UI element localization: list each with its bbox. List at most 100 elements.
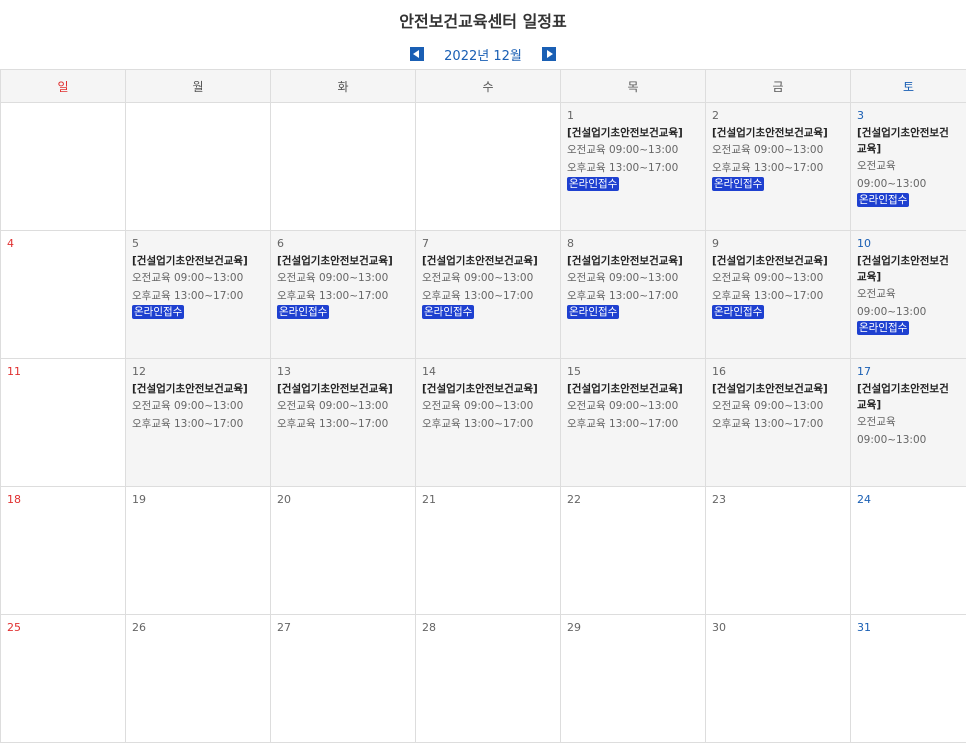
day-cell[interactable]: 12 [건설업기초안전보건교육] 오전교육 09:00~13:00 오후교육 1…: [125, 358, 271, 487]
day-number: 30: [712, 621, 726, 634]
event-title[interactable]: [건설업기초안전보건교육]: [857, 125, 960, 157]
day-cell[interactable]: 20: [270, 486, 416, 615]
day-cell[interactable]: 8 [건설업기초안전보건교육] 오전교육 09:00~13:00 오후교육 13…: [560, 230, 706, 359]
online-register-badge[interactable]: 온라인접수: [567, 177, 620, 191]
day-cell[interactable]: 7 [건설업기초안전보건교육] 오전교육 09:00~13:00 오후교육 13…: [415, 230, 561, 359]
online-register-badge[interactable]: 온라인접수: [277, 305, 330, 319]
day-cell[interactable]: 10 [건설업기초안전보건 교육] 오전교육 09:00~13:00 온라인접수: [850, 230, 966, 359]
event-title[interactable]: [건설업기초안전보건교육]: [712, 381, 844, 397]
event-title-part: [건설업기초안전보건: [857, 255, 949, 267]
day-cell[interactable]: 23: [705, 486, 851, 615]
day-cell[interactable]: 22: [560, 486, 706, 615]
event-title[interactable]: [건설업기초안전보건교육]: [712, 125, 844, 141]
day-cell[interactable]: 31: [850, 614, 966, 743]
next-month-button[interactable]: [541, 47, 556, 61]
event-title[interactable]: [건설업기초안전보건교육]: [567, 125, 699, 141]
weekday-sun: 일: [0, 69, 126, 103]
day-cell[interactable]: 19: [125, 486, 271, 615]
prev-month-button[interactable]: [410, 47, 425, 61]
month-navigator: 2022년 12월: [0, 44, 966, 64]
online-register-badge[interactable]: 온라인접수: [712, 177, 765, 191]
event-pm-time: 오후교육 13:00~17:00: [422, 290, 534, 302]
online-register-badge[interactable]: 온라인접수: [712, 305, 765, 319]
day-cell[interactable]: 27: [270, 614, 416, 743]
event-title[interactable]: [건설업기초안전보건교육]: [132, 381, 264, 397]
day-cell[interactable]: 3 [건설업기초안전보건 교육] 오전교육 09:00~13:00 온라인접수: [850, 102, 966, 231]
day-cell[interactable]: 25: [0, 614, 126, 743]
month-label: 2022년 12월: [444, 48, 522, 64]
day-cell[interactable]: 29: [560, 614, 706, 743]
day-number: 2: [712, 109, 719, 122]
day-number: 18: [7, 493, 21, 506]
week-row: 11 12 [건설업기초안전보건교육] 오전교육 09:00~13:00 오후교…: [0, 358, 966, 487]
calendar-grid: 일 월 화 수 목 금 토 1 [건설업기초안전보건교육] 오전교육 09:00…: [0, 69, 966, 743]
empty-day-cell: [0, 102, 126, 231]
day-cell[interactable]: 30: [705, 614, 851, 743]
day-cell[interactable]: 6 [건설업기초안전보건교육] 오전교육 09:00~13:00 오후교육 13…: [270, 230, 416, 359]
day-number: 20: [277, 493, 291, 506]
empty-day-cell: [125, 102, 271, 231]
online-register-badge[interactable]: 온라인접수: [422, 305, 475, 319]
online-register-badge[interactable]: 온라인접수: [857, 193, 910, 207]
event-title[interactable]: [건설업기초안전보건교육]: [422, 381, 554, 397]
event-pm-time: 오후교육 13:00~17:00: [567, 290, 679, 302]
event-title[interactable]: [건설업기초안전보건교육]: [712, 253, 844, 269]
event-am-label: 오전교육: [857, 288, 896, 300]
event-pm-time: 오후교육 13:00~17:00: [567, 162, 679, 174]
event-am-time: 오전교육 09:00~13:00: [422, 272, 534, 284]
event-pm-time: 오후교육 13:00~17:00: [132, 418, 244, 430]
event-title[interactable]: [건설업기초안전보건교육]: [132, 253, 264, 269]
day-number: 10: [857, 237, 871, 250]
weekday-wed: 수: [415, 69, 561, 103]
day-number: 4: [7, 237, 14, 250]
day-number: 9: [712, 237, 719, 250]
empty-day-cell: [415, 102, 561, 231]
day-cell[interactable]: 14 [건설업기초안전보건교육] 오전교육 09:00~13:00 오후교육 1…: [415, 358, 561, 487]
day-cell[interactable]: 4: [0, 230, 126, 359]
event-pm-time: 오후교육 13:00~17:00: [712, 418, 824, 430]
event-title[interactable]: [건설업기초안전보건교육]: [422, 253, 554, 269]
online-register-badge[interactable]: 온라인접수: [132, 305, 185, 319]
event-title-part: [건설업기초안전보건: [857, 127, 949, 139]
online-register-badge[interactable]: 온라인접수: [567, 305, 620, 319]
week-row: 18 19 20 21 22 23 24: [0, 486, 966, 615]
event-pm-time: 오후교육 13:00~17:00: [712, 290, 824, 302]
event-title[interactable]: [건설업기초안전보건교육]: [567, 381, 699, 397]
day-cell[interactable]: 13 [건설업기초안전보건교육] 오전교육 09:00~13:00 오후교육 1…: [270, 358, 416, 487]
day-cell[interactable]: 2 [건설업기초안전보건교육] 오전교육 09:00~13:00 오후교육 13…: [705, 102, 851, 231]
weekday-header-row: 일 월 화 수 목 금 토: [0, 69, 966, 103]
day-cell[interactable]: 28: [415, 614, 561, 743]
day-cell[interactable]: 17 [건설업기초안전보건 교육] 오전교육 09:00~13:00: [850, 358, 966, 487]
day-number: 26: [132, 621, 146, 634]
day-number: 13: [277, 365, 291, 378]
event-am-time: 오전교육 09:00~13:00: [712, 400, 824, 412]
event-am-time: 오전교육 09:00~13:00: [132, 272, 244, 284]
day-number: 3: [857, 109, 864, 122]
day-cell[interactable]: 11: [0, 358, 126, 487]
event-title[interactable]: [건설업기초안전보건교육]: [277, 381, 409, 397]
day-cell[interactable]: 5 [건설업기초안전보건교육] 오전교육 09:00~13:00 오후교육 13…: [125, 230, 271, 359]
day-cell[interactable]: 9 [건설업기초안전보건교육] 오전교육 09:00~13:00 오후교육 13…: [705, 230, 851, 359]
day-cell[interactable]: 21: [415, 486, 561, 615]
event-am-label: 오전교육: [857, 416, 896, 428]
event-title[interactable]: [건설업기초안전보건교육]: [277, 253, 409, 269]
week-row: 25 26 27 28 29 30 31: [0, 614, 966, 743]
event-am-label: 오전교육: [857, 160, 896, 172]
day-number: 16: [712, 365, 726, 378]
event-title-part: 교육]: [857, 399, 882, 411]
event-title[interactable]: [건설업기초안전보건교육]: [857, 381, 960, 413]
day-cell[interactable]: 18: [0, 486, 126, 615]
day-cell[interactable]: 1 [건설업기초안전보건교육] 오전교육 09:00~13:00 오후교육 13…: [560, 102, 706, 231]
day-cell[interactable]: 15 [건설업기초안전보건교육] 오전교육 09:00~13:00 오후교육 1…: [560, 358, 706, 487]
day-number: 17: [857, 365, 871, 378]
day-number: 6: [277, 237, 284, 250]
day-cell[interactable]: 16 [건설업기초안전보건교육] 오전교육 09:00~13:00 오후교육 1…: [705, 358, 851, 487]
online-register-badge[interactable]: 온라인접수: [857, 321, 910, 335]
event-title[interactable]: [건설업기초안전보건교육]: [567, 253, 699, 269]
event-title[interactable]: [건설업기초안전보건교육]: [857, 253, 960, 285]
day-cell[interactable]: 24: [850, 486, 966, 615]
week-row: 4 5 [건설업기초안전보건교육] 오전교육 09:00~13:00 오후교육 …: [0, 230, 966, 359]
day-cell[interactable]: 26: [125, 614, 271, 743]
event-pm-time: 오후교육 13:00~17:00: [712, 162, 824, 174]
day-number: 24: [857, 493, 871, 506]
